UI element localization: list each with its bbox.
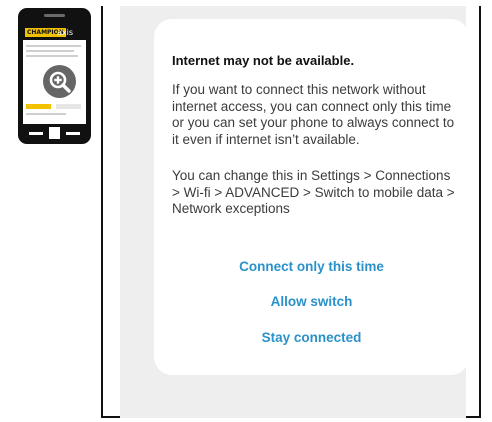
- dialog-backdrop: Internet may not be available. If you wa…: [120, 6, 469, 418]
- phone-screen-line: [26, 50, 74, 52]
- phone-zoom-icon: CHAMPION axis: [18, 8, 91, 144]
- phone-menu-key-icon: [66, 132, 80, 135]
- phone-screen: CHAMPION axis: [23, 25, 86, 124]
- screenshot-frame: Internet may not be available. If you wa…: [101, 6, 481, 418]
- zoom-in-icon: [43, 65, 76, 98]
- phone-home-key-icon: [49, 127, 60, 139]
- magnifier-plus-icon: [49, 71, 71, 93]
- phone-screen-line: [26, 113, 66, 115]
- phone-screen-highlight: [26, 104, 51, 109]
- phone-brand-axis: axis: [57, 28, 74, 37]
- phone-back-key-icon: [29, 132, 43, 135]
- connect-only-this-time-button[interactable]: Connect only this time: [154, 259, 469, 274]
- phone-screen-line: [26, 55, 78, 57]
- phone-screen-line: [26, 45, 81, 47]
- dialog-title: Internet may not be available.: [172, 53, 355, 68]
- phone-brand-bar: CHAMPION axis: [23, 25, 86, 40]
- dialog-settings-hint: You can change this in Settings > Connec…: [172, 168, 455, 216]
- phone-screen-block: [56, 104, 81, 109]
- internet-warning-dialog: Internet may not be available. If you wa…: [154, 19, 469, 375]
- dialog-message: If you want to connect this network with…: [172, 82, 455, 147]
- phone-earpiece: [44, 14, 65, 17]
- stay-connected-button[interactable]: Stay connected: [154, 330, 469, 345]
- allow-switch-button[interactable]: Allow switch: [154, 294, 469, 309]
